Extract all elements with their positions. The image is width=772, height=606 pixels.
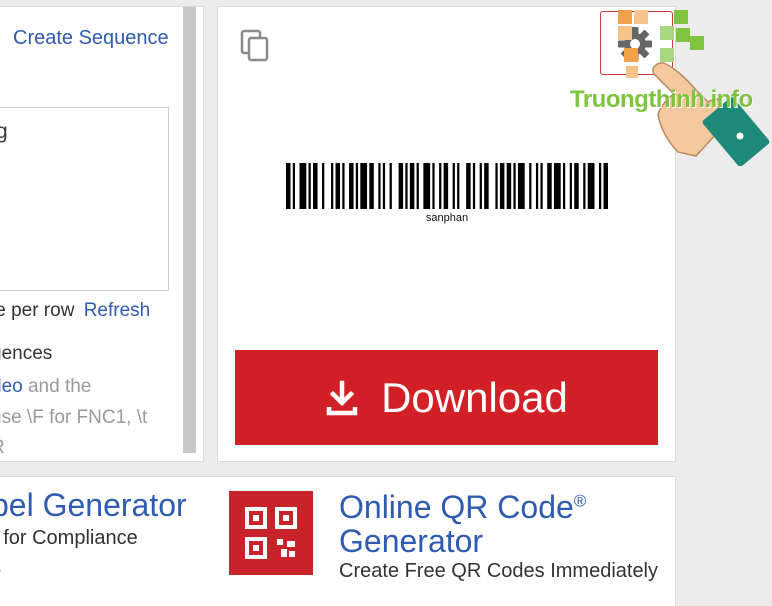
- textarea-value: g: [0, 120, 8, 144]
- barcode-bar: [389, 163, 392, 209]
- hint-text-r: R: [0, 437, 5, 459]
- barcode-bar: [405, 163, 408, 209]
- barcode-bar: [484, 163, 489, 209]
- barcode-bar: [416, 163, 419, 209]
- barcode-bar: [479, 163, 482, 209]
- barcode-bar: [562, 163, 566, 209]
- sequences-label: uences: [0, 343, 53, 364]
- qr-generator-link[interactable]: Online QR Code®: [339, 489, 586, 526]
- barcode-bar: [603, 163, 608, 209]
- barcode-bar: [349, 163, 354, 209]
- and-the-text: and the: [22, 376, 92, 397]
- barcode-bar: [583, 163, 586, 209]
- barcode-bar: [322, 163, 325, 209]
- barcode-bar: [286, 163, 291, 209]
- barcode-bar: [308, 163, 311, 209]
- copy-icon[interactable]: [240, 29, 272, 65]
- barcode-bar: [457, 163, 460, 209]
- barcode-bar: [382, 163, 386, 209]
- barcode-bar: [439, 163, 442, 209]
- barcode-bar: [342, 163, 345, 209]
- barcode-bar: [292, 163, 296, 209]
- barcode-bar: [540, 163, 543, 209]
- label-generator-subtitle-2: s: [0, 557, 1, 580]
- qr-generator-subtitle: Create Free QR Codes Immediately: [339, 560, 659, 582]
- barcode-bar: [331, 163, 334, 209]
- line-per-row-label: le per row: [0, 300, 75, 321]
- qr-generator-link-line2[interactable]: Generator: [339, 523, 483, 560]
- barcode-bar: [335, 163, 341, 209]
- watermark-text: Truongthinh.info: [570, 86, 753, 113]
- barcode-bar: [378, 163, 381, 209]
- barcode-bar: [529, 163, 532, 209]
- barcode-bar: [535, 163, 539, 209]
- barcode-bar: [423, 163, 431, 209]
- label-generator-subtitle: r for Compliance: [0, 527, 138, 549]
- create-sequence-link[interactable]: Create Sequence: [13, 27, 169, 50]
- barcode-image: [286, 163, 608, 209]
- barcode-bar: [495, 163, 498, 209]
- barcode-bar: [355, 163, 359, 209]
- related-tools-panel: bel Generator r for Compliance s Online …: [0, 476, 676, 606]
- label-generator-link[interactable]: bel Generator: [0, 487, 187, 524]
- barcode-bar: [398, 163, 404, 209]
- barcode-bar: [587, 163, 595, 209]
- video-link[interactable]: deo: [0, 376, 23, 397]
- barcode-bar: [517, 163, 525, 209]
- barcode-bar: [506, 163, 512, 209]
- barcode-bar: [513, 163, 516, 209]
- barcode-bar: [369, 163, 374, 209]
- barcode-settings-panel: Create Sequence g le per row Refresh uen…: [0, 6, 204, 462]
- barcode-bar: [443, 163, 449, 209]
- barcode-caption: sanphan: [425, 212, 469, 224]
- registered-mark: ®: [573, 491, 587, 511]
- vertical-scrollbar[interactable]: [183, 7, 196, 453]
- barcode-bar: [598, 163, 602, 209]
- refresh-link[interactable]: Refresh: [84, 300, 151, 321]
- download-button[interactable]: Download: [235, 350, 658, 445]
- barcode-bar: [313, 163, 318, 209]
- barcode-bar: [553, 163, 561, 209]
- barcode-bar: [432, 163, 435, 209]
- qr-title-text: Online QR Code: [339, 489, 574, 525]
- barcode-bar: [574, 163, 579, 209]
- barcode-bar: [299, 163, 307, 209]
- watermark-logo: Truongthinh.info: [556, 6, 772, 166]
- barcode-data-textarea[interactable]: g: [0, 107, 169, 291]
- barcode-bar: [409, 163, 415, 209]
- barcode-bar: [360, 163, 368, 209]
- barcode-bar: [499, 163, 505, 209]
- barcode-bar: [452, 163, 455, 209]
- barcode-bar: [569, 163, 572, 209]
- barcode-bar: [466, 163, 471, 209]
- download-icon: [326, 380, 358, 415]
- qr-code-icon[interactable]: [229, 491, 313, 575]
- barcode-bar: [472, 163, 476, 209]
- download-label: Download: [381, 373, 568, 421]
- barcode-bar: [547, 163, 552, 209]
- fnc-hint-text: use \F for FNC1, \t: [0, 407, 148, 428]
